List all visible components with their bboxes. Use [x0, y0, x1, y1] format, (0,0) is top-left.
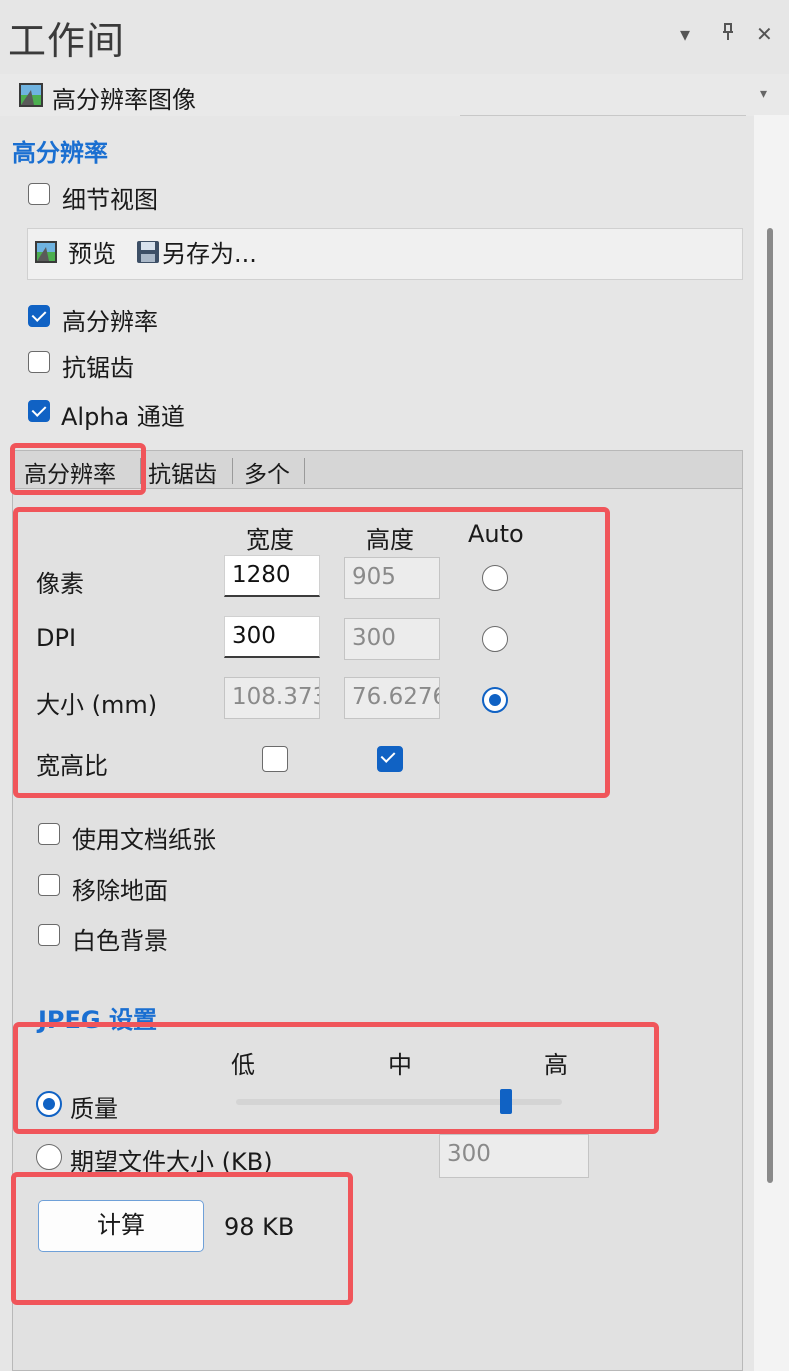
- high-res-label: 高分辨率: [62, 308, 158, 336]
- preview-button[interactable]: 预览: [68, 234, 116, 269]
- alpha-channel-checkbox[interactable]: [28, 400, 50, 422]
- pin-icon[interactable]: [720, 22, 736, 47]
- image-icon: [18, 82, 44, 108]
- detail-view-checkbox[interactable]: [28, 183, 50, 205]
- save-icon[interactable]: [136, 240, 160, 268]
- save-as-button[interactable]: 另存为...: [162, 234, 257, 269]
- use-doc-paper-label: 使用文档纸张: [72, 826, 216, 854]
- tab-multiple[interactable]: 多个: [244, 455, 290, 489]
- preview-toolbar: [27, 228, 743, 280]
- white-background-checkbox[interactable]: [38, 924, 60, 946]
- tab-antialias[interactable]: 抗锯齿: [148, 455, 217, 489]
- antialias-checkbox[interactable]: [28, 351, 50, 373]
- remove-ground-label: 移除地面: [72, 877, 168, 905]
- dropdown-arrow-icon[interactable]: ▾: [680, 22, 690, 46]
- chevron-down-icon[interactable]: ▾: [760, 86, 767, 102]
- section-title-high-res: 高分辨率: [12, 139, 108, 167]
- scrollbar-thumb[interactable]: [767, 228, 773, 1183]
- high-res-checkbox[interactable]: [28, 305, 50, 327]
- highlight-box-size: [13, 507, 610, 798]
- target-size-radio[interactable]: [36, 1144, 62, 1170]
- close-icon[interactable]: ✕: [756, 22, 773, 46]
- divider: [460, 115, 746, 116]
- preview-icon[interactable]: [34, 240, 58, 268]
- highlight-box-calculate: [11, 1172, 353, 1305]
- tab-separator: [232, 458, 233, 484]
- antialias-label: 抗锯齿: [62, 354, 134, 382]
- target-size-input: 300: [439, 1134, 589, 1178]
- mode-dropdown-label: 高分辨率图像: [52, 86, 196, 114]
- tab-separator: [304, 458, 305, 484]
- alpha-channel-label: Alpha 通道: [61, 403, 185, 431]
- highlight-box-jpeg: [13, 1022, 659, 1134]
- panel-title: 工作间: [8, 19, 126, 63]
- use-doc-paper-checkbox[interactable]: [38, 823, 60, 845]
- white-background-label: 白色背景: [72, 927, 168, 955]
- detail-view-label: 细节视图: [62, 186, 158, 214]
- highlight-box-tab: [10, 443, 146, 495]
- remove-ground-checkbox[interactable]: [38, 874, 60, 896]
